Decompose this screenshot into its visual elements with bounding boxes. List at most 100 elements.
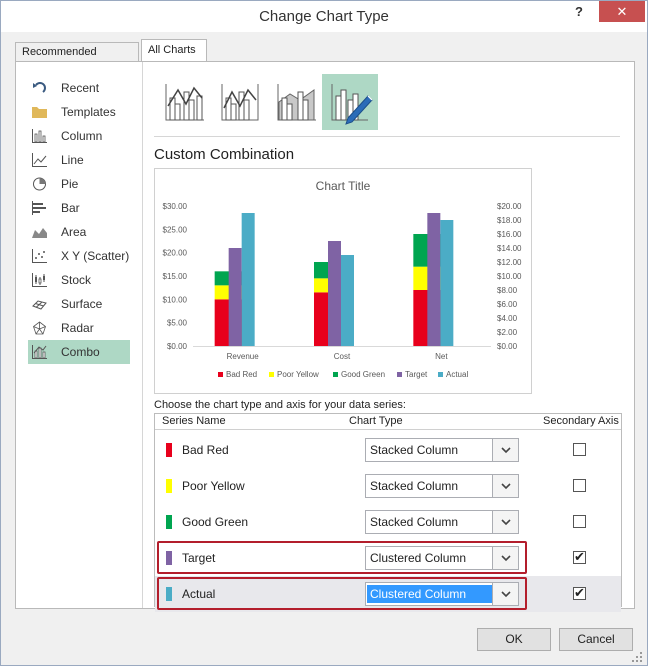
subtype-clustered-column-line-secondary[interactable] [212,74,268,130]
sidebar-item-column[interactable]: Column [28,124,130,148]
sidebar-item-label: Radar [61,321,94,335]
y-right-tick-label: $8.00 [497,286,518,295]
section-title: Custom Combination [154,146,295,163]
chart-type-dropdown[interactable]: Stacked Column [365,510,519,534]
bar-target [427,213,441,346]
sidebar-item-recent[interactable]: Recent [28,76,130,100]
subtype-stacked-area-clustered-column[interactable] [268,74,324,130]
series-name: Good Green [182,515,249,529]
chevron-down-icon[interactable] [492,475,518,497]
sidebar-item-label: Recent [61,81,100,95]
chart-title: Chart Title [316,179,371,193]
header-chart-type: Chart Type [349,415,403,427]
chevron-down-icon[interactable] [492,511,518,533]
legend-entry: Actual [446,370,468,379]
surface-chart-icon [32,300,47,310]
highlight-box [157,541,527,574]
sidebar-item-xy-scatter[interactable]: X Y (Scatter) [28,244,130,268]
legend-entry: Good Green [341,370,385,379]
sidebar-item-label: Combo [61,345,100,359]
panel-divider [142,62,143,608]
sidebar-item-radar[interactable]: Radar [28,316,130,340]
resize-grip-icon[interactable] [631,651,643,663]
y-left-tick-label: $10.00 [163,295,188,304]
help-button[interactable]: ? [569,4,589,24]
y-right-tick-label: $4.00 [497,314,518,323]
series-row-good-green[interactable]: Good Green Stacked Column [155,504,621,540]
y-right-tick-label: $2.00 [497,328,518,337]
combo-chart-icon [32,345,47,359]
sidebar-item-stock[interactable]: Stock [28,268,130,292]
secondary-axis-checkbox[interactable]: ✔ [573,585,586,600]
secondary-axis-checkbox[interactable] [573,479,586,492]
sidebar-item-area[interactable]: Area [28,220,130,244]
tab-recommended-charts[interactable]: Recommended Charts [15,42,139,76]
series-color-swatch [166,515,172,529]
secondary-axis-checkbox[interactable] [573,515,586,528]
chart-preview: Chart Title $0.00 $5.00 $10.00 $15.00 $20.00 $… [154,168,532,394]
clustered-column-line-icon [165,84,204,121]
bar-actual [341,255,354,346]
header-secondary-axis: Secondary Axis [543,415,619,427]
y-right-tick-label: $16.00 [497,230,522,239]
chart-type-value: Stacked Column [370,443,459,457]
sidebar-item-label: X Y (Scatter) [61,249,130,263]
y-left-tick-label: $20.00 [163,249,188,258]
series-color-swatch [166,479,172,493]
y-right-tick-label: $10.00 [497,272,522,281]
chart-type-dropdown[interactable]: Stacked Column [365,438,519,462]
close-button[interactable]: ✕ [599,1,645,22]
legend-entry: Bad Red [226,370,257,379]
y-right-tick-label: $18.00 [497,216,522,225]
sidebar-item-line[interactable]: Line [28,148,130,172]
y-right-tick-label: $20.00 [497,202,522,211]
series-name: Bad Red [182,443,229,457]
tab-all-charts[interactable]: All Charts [141,39,207,62]
recent-icon [33,82,46,93]
chart-type-value: Stacked Column [370,515,459,529]
sidebar-item-combo[interactable]: Combo [28,340,130,364]
chart-type-dropdown[interactable]: Stacked Column [365,474,519,498]
y-right-tick-label: $14.00 [497,244,522,253]
series-row-bad-red[interactable]: Bad Red Stacked Column [155,432,621,468]
legend-swatch [438,372,443,377]
y-right-tick-label: $12.00 [497,258,522,267]
series-name: Poor Yellow [182,479,245,493]
bar-actual [241,213,255,346]
y-left-tick-label: $25.00 [163,225,188,234]
subtype-separator [154,136,620,137]
chevron-down-icon[interactable] [492,439,518,461]
secondary-axis-checkbox[interactable] [573,443,586,456]
bar-actual [440,220,454,346]
sidebar-item-label: Pie [61,177,79,191]
sidebar-item-bar[interactable]: Bar [28,196,130,220]
bar-chart-icon [32,201,46,215]
y-left-tick-label: $5.00 [167,319,188,328]
stacked-area-clustered-column-icon [277,84,316,121]
subtype-custom-combination[interactable] [322,74,378,130]
custom-combination-icon [331,84,373,125]
dialog-title: Change Chart Type [259,8,389,25]
sidebar-item-templates[interactable]: Templates [28,100,130,124]
stock-chart-icon [32,273,47,287]
title-bar: Change Chart Type ? ✕ [1,1,647,32]
sidebar-item-pie[interactable]: Pie [28,172,130,196]
legend-swatch [397,372,402,377]
sidebar-item-label: Column [61,129,103,143]
series-grid: Series Name Chart Type Secondary Axis Ba… [154,413,622,612]
ok-button[interactable]: OK [477,628,551,651]
header-series-name: Series Name [162,415,226,427]
checkmark-icon: ✔ [574,549,585,564]
series-row-poor-yellow[interactable]: Poor Yellow Stacked Column [155,468,621,504]
series-color-swatch [166,443,172,457]
subtype-clustered-column-line[interactable] [156,74,212,130]
y-left-tick-label: $15.00 [163,272,188,281]
radar-chart-icon [33,321,46,335]
x-tick-label: Revenue [227,352,260,361]
secondary-axis-checkbox[interactable]: ✔ [573,549,586,564]
cancel-button[interactable]: Cancel [559,628,633,651]
column-chart-icon [32,129,47,143]
sidebar-item-surface[interactable]: Surface [28,292,130,316]
change-chart-type-dialog: Change Chart Type ? ✕ Recommended Charts… [0,0,648,666]
legend-swatch [269,372,274,377]
